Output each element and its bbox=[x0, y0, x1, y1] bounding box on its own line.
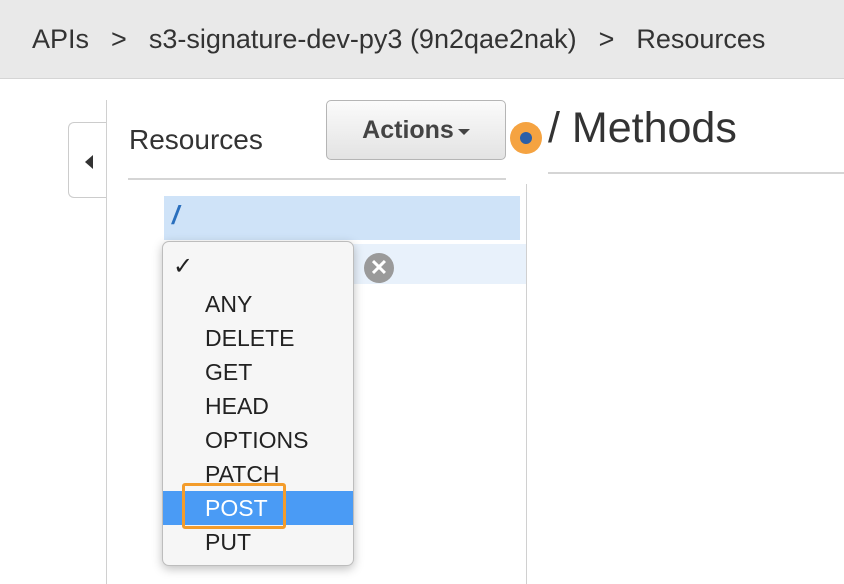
breadcrumb-current: Resources bbox=[636, 23, 766, 54]
method-option-get[interactable]: GET bbox=[163, 355, 353, 389]
resource-root-path: / bbox=[172, 200, 180, 230]
breadcrumb-apis-link[interactable]: APIs bbox=[32, 24, 89, 55]
post-highlight-box bbox=[182, 483, 286, 529]
caret-left-icon bbox=[85, 155, 93, 169]
orange-dot-marker bbox=[510, 122, 542, 154]
breadcrumb-api-link[interactable]: s3-signature-dev-py3 (9n2qae2nak) bbox=[149, 24, 577, 55]
collapse-panel-button[interactable] bbox=[68, 122, 106, 198]
chevron-down-icon bbox=[457, 128, 470, 135]
method-option-put[interactable]: PUT bbox=[163, 525, 353, 559]
method-option-head[interactable]: HEAD bbox=[163, 389, 353, 423]
breadcrumb-separator: > bbox=[111, 23, 127, 54]
close-circle-icon[interactable]: ✕ bbox=[364, 253, 394, 283]
actions-button[interactable]: Actions bbox=[326, 100, 506, 160]
actions-button-label: Actions bbox=[362, 115, 454, 144]
panel-divider bbox=[106, 100, 107, 584]
methods-divider bbox=[548, 172, 844, 174]
method-option-delete[interactable]: DELETE bbox=[163, 321, 353, 355]
method-option-any[interactable]: ANY bbox=[163, 287, 353, 321]
method-option-options[interactable]: OPTIONS bbox=[163, 423, 353, 457]
breadcrumb-separator: > bbox=[598, 23, 615, 54]
resources-divider bbox=[128, 178, 506, 180]
checkmark-icon: ✓ bbox=[173, 253, 194, 280]
methods-title: / Methods bbox=[548, 104, 737, 152]
resources-heading: Resources bbox=[129, 124, 263, 155]
resource-tree-root[interactable]: / bbox=[164, 196, 520, 240]
panel-divider bbox=[526, 184, 527, 584]
breadcrumb: APIs > s3-signature-dev-py3 (9n2qae2nak)… bbox=[0, 0, 844, 79]
